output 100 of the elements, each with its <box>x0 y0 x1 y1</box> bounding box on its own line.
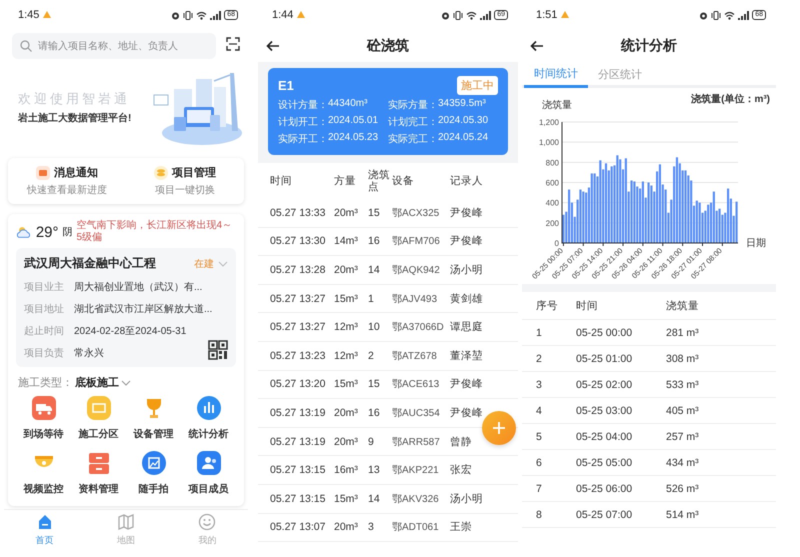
function-button[interactable]: 视频监控 <box>16 451 71 496</box>
field-label: 项目负责 <box>24 346 65 360</box>
smile-icon <box>198 512 216 530</box>
signal-icon <box>738 10 750 20</box>
summary-value: 2024.05.30 <box>438 115 488 128</box>
table-cell-text: 05.27 13:28 <box>270 264 326 276</box>
table-cell-text: 05-25 07:00 <box>576 508 634 520</box>
table-cell-text: 鄂AKV326 <box>392 492 440 506</box>
table-cell-text: 05.27 13:07 <box>270 521 326 534</box>
column-header: 浇筑量 <box>666 298 700 312</box>
tick-label: 800 <box>546 158 559 168</box>
table-cell-text: 董泽堃 <box>450 348 484 363</box>
column-header: 浇筑点 <box>368 169 391 193</box>
field-value: 湖北省武汉市江岸区解放大道... <box>74 302 214 316</box>
function-button[interactable]: 施工分区 <box>71 396 126 441</box>
table-cell-text: 5 <box>536 430 543 442</box>
cabinet-icon <box>86 451 110 475</box>
search-field[interactable]: 请输入项目名称、地址、负责人 <box>12 33 216 59</box>
table-cell-text: 12m³ <box>334 350 359 362</box>
panel-icon <box>86 396 110 420</box>
field-label: 起止时间 <box>24 324 65 338</box>
table-cell-text: 05-25 05:00 <box>576 456 634 468</box>
table-cell-text: 434 m³ <box>666 456 700 468</box>
screen-title: 砼浇筑 <box>366 37 410 55</box>
table-cell-text: 05.27 13:27 <box>270 321 326 334</box>
table-cell-text: 8 <box>536 508 543 520</box>
table-cell-text: 14m³ <box>334 235 359 248</box>
table-cell-text: 鄂A37066D <box>392 321 445 334</box>
table-cell-text: 05.27 13:19 <box>270 436 326 448</box>
column-header: 时间 <box>576 298 599 312</box>
nav-tab[interactable]: 首页 <box>4 510 86 549</box>
shortcut-title[interactable]: 消息通知 <box>54 165 98 180</box>
table-cell-text: 533 m³ <box>666 378 700 390</box>
banner-title: 欢迎使用智岩通 <box>18 90 131 108</box>
table-cell-text: 13 <box>368 464 381 476</box>
column-header: 序号 <box>536 298 559 312</box>
tick-label: 600 <box>546 178 559 188</box>
notification-icon <box>43 11 52 19</box>
table-cell-text: 1 <box>368 292 375 305</box>
type-value[interactable]: 底板施工 <box>75 375 119 390</box>
table-cell-text: 2 <box>368 350 375 362</box>
shortcut-title[interactable]: 项目管理 <box>172 165 216 180</box>
table-cell-text: 05.27 13:33 <box>270 206 326 219</box>
table-cell-text: 05.27 13:20 <box>270 378 326 390</box>
table-cell-text: 15m³ <box>334 292 359 305</box>
qr-code-icon[interactable] <box>208 340 228 360</box>
summary-label: 实际开工： <box>278 132 328 146</box>
zone-name: E1 <box>278 78 294 93</box>
table-cell-text: 尹俊峰 <box>450 377 484 392</box>
shortcut-subtitle: 项目一键切换 <box>155 184 215 197</box>
function-button[interactable]: 设备管理 <box>126 396 181 441</box>
table-cell-text: 05.27 13:15 <box>270 464 326 476</box>
chevron-down-icon[interactable] <box>121 380 131 386</box>
table-cell-text: 514 m³ <box>666 508 700 520</box>
table-cell-text: 20m³ <box>334 264 359 276</box>
vibrate-icon <box>183 10 194 20</box>
column-header: 设备 <box>392 175 415 187</box>
table-cell-text: 12m³ <box>334 321 359 334</box>
function-button[interactable]: 到场等待 <box>16 396 71 441</box>
function-button[interactable]: 随手拍 <box>126 451 181 496</box>
signal-icon <box>480 10 492 20</box>
field-value: 2024-02-28至2024-05-31 <box>74 325 188 338</box>
tick-label: 400 <box>546 198 559 208</box>
summary-label: 实际完工： <box>388 132 438 146</box>
table-cell-text: 05.27 13:19 <box>270 406 326 419</box>
table-cell-text: 张宏 <box>450 463 473 478</box>
table-cell-text: 3 <box>368 521 375 534</box>
temperature: 29° <box>36 224 59 240</box>
status-time: 1:44 <box>272 9 294 21</box>
table-cell-text: 14 <box>368 264 381 276</box>
field-label: 项目地址 <box>24 302 65 316</box>
table-cell-text: 05.27 13:30 <box>270 235 326 248</box>
wifi-icon <box>724 10 736 20</box>
table-cell-text: 鄂AFM706 <box>392 235 441 248</box>
table-cell-text: 10 <box>368 321 381 334</box>
shortcut-subtitle: 快速查看最新进度 <box>27 184 107 197</box>
summary-value: 44340m³ <box>328 98 368 111</box>
table-cell-text: 尹俊峰 <box>450 206 484 220</box>
table-cell-text: 谭思庭 <box>450 320 484 334</box>
table-cell-text: 鄂ACX325 <box>392 206 440 220</box>
stack-icon <box>154 166 168 180</box>
alarm-icon <box>441 10 450 20</box>
banner-subtitle: 岩土施工大数据管理平台! <box>18 112 132 124</box>
table-cell-text: 鄂ACE613 <box>392 378 440 392</box>
status-badge: 施工中 <box>457 76 498 95</box>
alarm-icon <box>171 10 180 20</box>
function-button[interactable]: 统计分析 <box>181 396 236 441</box>
table-cell-text: 308 m³ <box>666 352 700 364</box>
table-cell-text: 281 m³ <box>666 326 700 338</box>
message-icon <box>36 166 50 180</box>
axis-title: 浇筑量 <box>542 100 572 111</box>
table-cell-text: 05.27 13:23 <box>270 350 326 362</box>
function-button[interactable]: 项目成员 <box>181 451 236 496</box>
tick-label: 1,000 <box>538 138 559 148</box>
table-cell-text: 1 <box>536 326 543 338</box>
function-button[interactable]: 资料管理 <box>71 451 126 496</box>
table-cell-text: 鄂ARR587 <box>392 436 441 449</box>
scan-icon <box>226 36 240 50</box>
table-cell-text: 05-25 01:00 <box>576 352 634 364</box>
table-cell-text: 鄂ADT061 <box>392 521 440 534</box>
